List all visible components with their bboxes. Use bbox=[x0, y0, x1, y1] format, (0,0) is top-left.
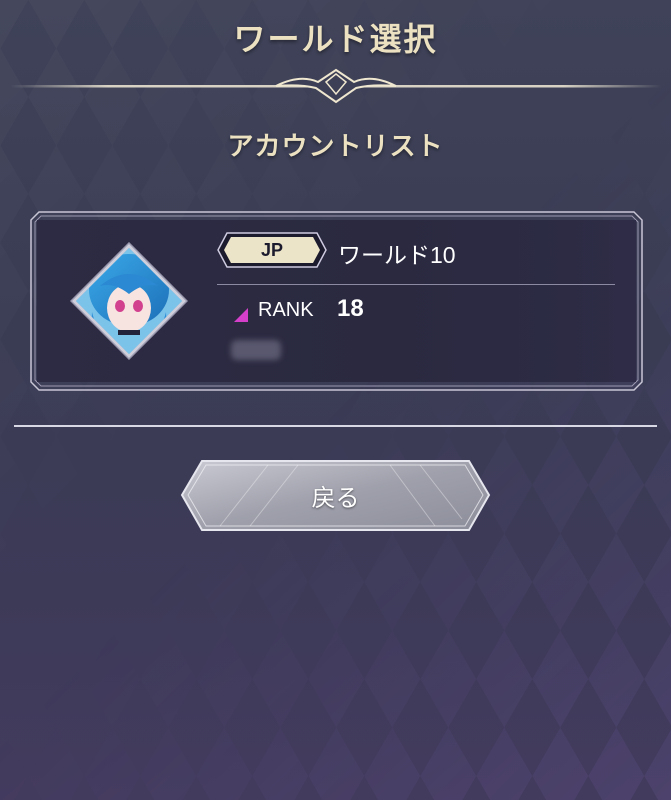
background-pattern-accent bbox=[0, 0, 671, 800]
rank-triangle-icon bbox=[234, 308, 248, 322]
back-button[interactable]: 戻る bbox=[180, 459, 491, 532]
rank-value: 18 bbox=[337, 295, 364, 322]
world-name: ワールド10 bbox=[338, 242, 456, 268]
region-label: JP bbox=[260, 239, 284, 260]
rank-label: RANK bbox=[258, 299, 314, 321]
character-portrait-icon bbox=[70, 242, 188, 360]
section-divider bbox=[14, 425, 657, 427]
page-title: ワールド選択 bbox=[233, 20, 438, 58]
section-subtitle: アカウントリスト bbox=[227, 132, 444, 162]
back-button-label: 戻る bbox=[311, 484, 360, 512]
region-badge: JP bbox=[217, 232, 327, 268]
title-ornament bbox=[10, 68, 661, 104]
background-pattern bbox=[0, 0, 671, 800]
redacted-text bbox=[231, 340, 281, 360]
card-divider bbox=[217, 284, 615, 285]
